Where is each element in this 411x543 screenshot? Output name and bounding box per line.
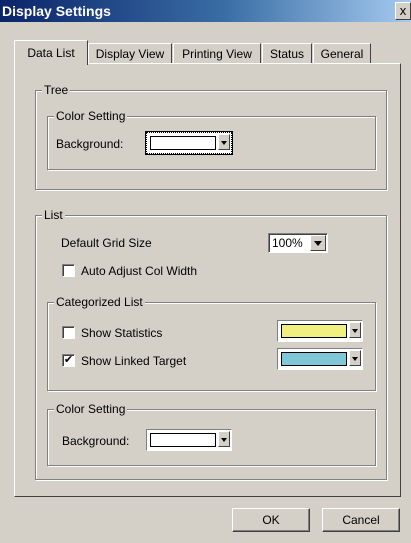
tree-color-setting-legend: Color Setting [54,109,128,123]
show-linked-target-label: Show Linked Target [81,354,187,368]
tab-general[interactable]: General [313,43,371,64]
tree-group: Tree Color Setting Background: [35,83,387,190]
linked-target-color-swatch [281,352,347,366]
tab-display-view[interactable]: Display View [88,43,172,64]
chevron-down-icon[interactable] [349,322,361,338]
grid-size-select[interactable]: 100% [268,233,328,253]
tab-label: General [320,47,364,61]
window-title: Display Settings [2,3,111,19]
tree-background-swatch [150,136,216,150]
tab-label: Status [269,47,305,61]
list-color-setting-legend: Color Setting [54,402,128,416]
show-statistics-checkbox[interactable] [62,326,75,339]
checkmark-icon: ✔ [63,354,74,366]
list-legend: List [42,208,65,222]
auto-adjust-label: Auto Adjust Col Width [81,264,198,278]
show-statistics-label: Show Statistics [81,326,163,340]
tab-data-list[interactable]: Data List [14,40,88,65]
ok-button[interactable]: OK [232,508,310,532]
linked-target-color-picker[interactable] [277,348,363,370]
close-button[interactable]: x [395,2,411,20]
tree-color-setting-group: Color Setting Background: [47,109,376,170]
list-background-swatch [150,433,216,447]
list-group: List Default Grid Size 100% Auto Adjust … [35,208,387,480]
tree-background-color-picker[interactable] [145,131,233,155]
tab-status[interactable]: Status [262,43,312,64]
auto-adjust-checkbox[interactable] [62,264,75,277]
close-icon: x [399,3,407,18]
chevron-down-icon[interactable] [218,134,230,150]
tab-label: Display View [95,47,165,61]
tab-panel-data-list: Tree Color Setting Background: List Defa… [14,63,401,497]
tab-label: Data List [27,46,75,60]
grid-size-label: Default Grid Size [61,236,152,250]
categorized-list-group: Categorized List Show Statistics ✔ Show … [47,295,376,391]
tree-legend: Tree [42,83,71,97]
categorized-legend: Categorized List [54,295,145,309]
tab-label: Printing View [182,47,252,61]
cancel-button[interactable]: Cancel [322,508,400,532]
statistics-color-picker[interactable] [277,320,363,342]
chevron-down-icon[interactable] [349,350,361,366]
grid-size-value: 100% [272,236,303,250]
chevron-down-icon[interactable] [218,431,230,447]
chevron-down-icon[interactable] [310,235,326,251]
list-background-color-picker[interactable] [146,429,232,451]
title-bar: Display Settings x [0,0,411,22]
list-color-setting-group: Color Setting Background: [47,402,376,466]
list-background-label: Background: [62,434,130,448]
statistics-color-swatch [281,324,347,338]
tab-printing-view[interactable]: Printing View [173,43,261,64]
show-linked-target-checkbox[interactable]: ✔ [62,354,75,367]
tree-background-label: Background: [56,137,124,151]
